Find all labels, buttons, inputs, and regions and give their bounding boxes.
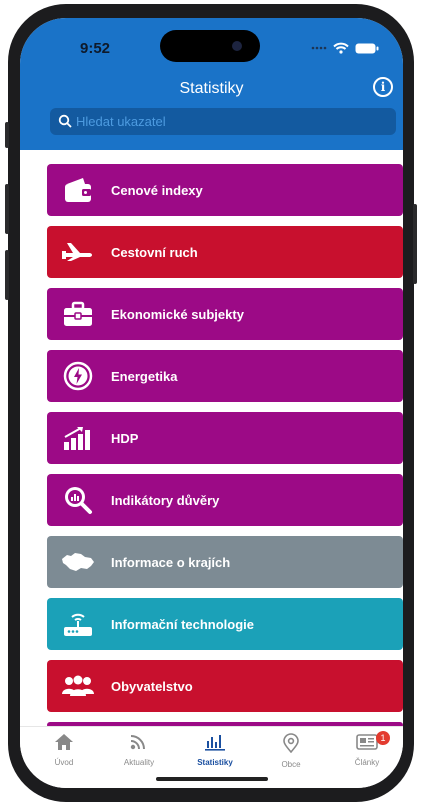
category-label: Obyvatelstvo: [111, 678, 193, 694]
briefcase-icon: [61, 297, 95, 331]
status-time: 9:52: [80, 40, 111, 57]
tab-label: Obce: [281, 760, 301, 769]
category-label: Energetika: [111, 368, 178, 384]
category-card[interactable]: Obyvatelstvo: [47, 660, 403, 712]
articles-icon: [356, 734, 378, 750]
category-card[interactable]: Informační technologie: [47, 598, 403, 650]
category-card[interactable]: Ekonomické subjekty: [47, 288, 403, 340]
bar-growth-icon: [61, 421, 95, 455]
side-button: [5, 250, 9, 300]
category-card[interactable]: Indikátory důvěry: [47, 474, 403, 526]
tab-uvod[interactable]: Úvod: [29, 733, 99, 767]
tab-bar: Úvod Aktuality Statistiky Obce 1 Články: [20, 726, 403, 788]
people-icon: [61, 669, 95, 703]
battery-icon: [355, 43, 379, 53]
router-icon: [61, 607, 95, 641]
search-icon: [58, 114, 72, 128]
side-button: [5, 122, 9, 148]
search-input[interactable]: [76, 108, 386, 135]
page-title: Statistiky: [179, 80, 244, 97]
location-icon: [283, 733, 299, 754]
feed-icon: [130, 735, 145, 750]
info-icon: i: [380, 80, 386, 94]
category-card[interactable]: Informace o krajích: [47, 536, 403, 588]
category-label: Ekonomické subjekty: [111, 306, 244, 322]
category-label: HDP: [111, 430, 139, 446]
tab-label: Úvod: [54, 758, 74, 767]
chart-icon: [205, 735, 225, 751]
tab-label: Články: [354, 758, 380, 767]
tab-aktuality[interactable]: Aktuality: [104, 733, 174, 767]
search-bar[interactable]: [50, 108, 396, 135]
map-icon: [61, 545, 95, 579]
tab-label: Aktuality: [123, 758, 155, 767]
tab-label: Statistiky: [197, 758, 233, 767]
wallet-icon: [61, 173, 95, 207]
wifi-icon: [333, 42, 349, 54]
tab-clanky[interactable]: 1 Články: [332, 731, 402, 767]
camera-icon: [232, 41, 242, 51]
home-indicator: [156, 777, 268, 781]
tab-statistiky[interactable]: Statistiky: [180, 733, 250, 767]
category-card[interactable]: HDP: [47, 412, 403, 464]
category-card[interactable]: Cestovní ruch: [47, 226, 403, 278]
lightning-icon: [61, 359, 95, 393]
category-label: Indikátory důvěry: [111, 492, 220, 508]
status-icons: [311, 42, 379, 54]
category-label: Informační technologie: [111, 616, 255, 632]
category-card[interactable]: Energetika: [47, 350, 403, 402]
tab-obce[interactable]: Obce: [256, 733, 326, 769]
airplane-icon: [61, 235, 95, 269]
app-screen: 9:52 Statistiky i Cenové indexy Cestovní…: [20, 18, 403, 788]
category-label: Cestovní ruch: [111, 244, 198, 260]
home-icon: [55, 734, 73, 750]
category-card[interactable]: Cenové indexy: [47, 164, 403, 216]
info-button[interactable]: i: [373, 77, 393, 97]
notification-badge: 1: [376, 731, 390, 745]
side-button: [5, 184, 9, 234]
category-label: Cenové indexy: [111, 182, 203, 198]
dynamic-island: [160, 30, 260, 62]
signal-icon: [311, 46, 327, 50]
app-header: 9:52 Statistiky i: [20, 18, 403, 150]
magnifier-chart-icon: [61, 483, 95, 517]
category-label: Informace o krajích: [111, 554, 231, 570]
side-button: [413, 204, 417, 284]
